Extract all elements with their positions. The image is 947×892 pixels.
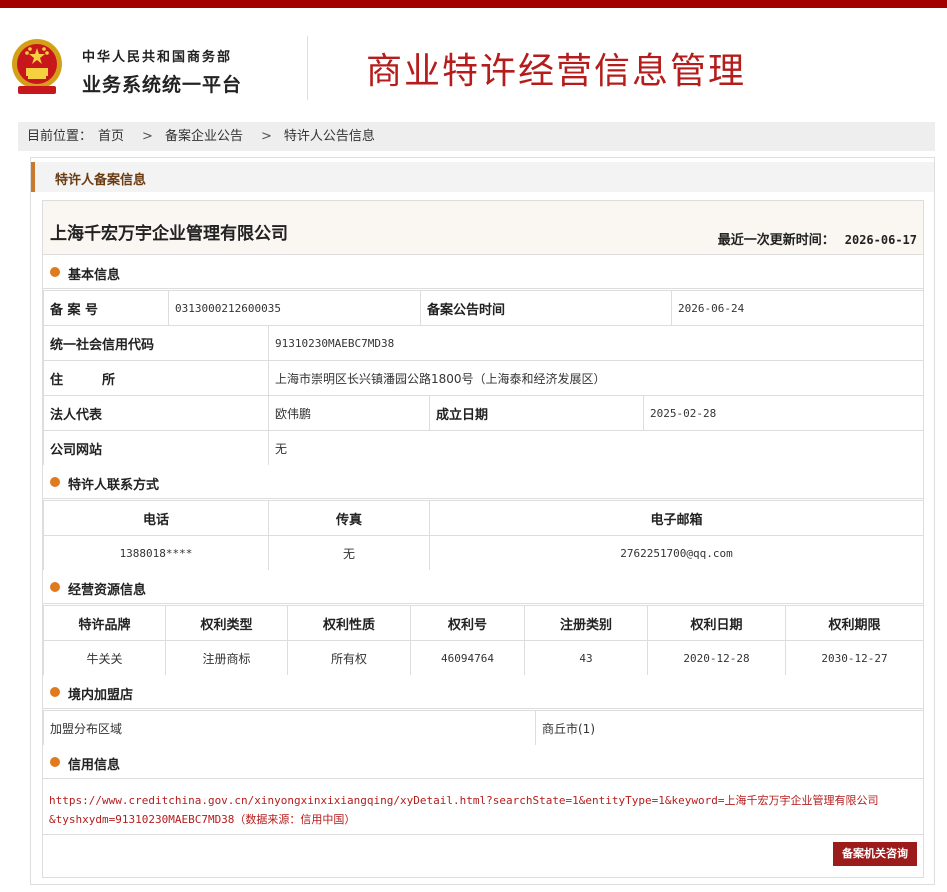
bullet-dot-icon (50, 267, 60, 277)
chevron-right-icon: > (142, 129, 153, 144)
bullet-dot-icon (50, 582, 60, 592)
org-name-bottom: 业务系统统一平台 (82, 74, 243, 96)
address-label: 住 所 (43, 360, 269, 396)
founded-label: 成立日期 (429, 395, 644, 431)
resources-header-brand: 特许品牌 (43, 605, 166, 641)
resources-header-right-date: 权利日期 (647, 605, 786, 641)
contact-table: 电话 传真 电子邮箱 1388018**** 无 2762251700@qq.c… (43, 500, 924, 571)
resources-header-right-no: 权利号 (410, 605, 525, 641)
resources-header-right-type: 权利类型 (165, 605, 288, 641)
breadcrumb-announcements[interactable]: 备案企业公告 (165, 129, 243, 144)
section-resources: 经营资源信息 (43, 570, 923, 604)
contact-email: 2762251700@qq.com (429, 535, 924, 571)
franchise-area-link[interactable]: 商丘市(1) (535, 710, 924, 746)
bullet-dot-icon (50, 757, 60, 767)
consult-authority-button[interactable]: 备案机关咨询 (833, 842, 917, 866)
basic-info-table-4: 公司网站 无 (43, 430, 924, 466)
filing-no-value: 0313000212600035 (168, 290, 421, 326)
resources-right-date: 2020-12-28 (647, 640, 786, 676)
company-bar: 上海千宏万宇企业管理有限公司 最近一次更新时间： 2026-06-17 (43, 201, 923, 255)
top-red-bar (0, 0, 947, 8)
section-title: 境内加盟店 (68, 688, 134, 703)
breadcrumb-current: 特许人公告信息 (283, 129, 375, 144)
legal-rep-value: 欧伟鹏 (268, 395, 430, 431)
website-label: 公司网站 (43, 430, 269, 466)
resources-right-nature: 所有权 (287, 640, 411, 676)
resources-class: 43 (524, 640, 648, 676)
company-card: 上海千宏万宇企业管理有限公司 最近一次更新时间： 2026-06-17 基本信息 … (42, 200, 924, 878)
org-name-top: 中华人民共和国商务部 (82, 50, 233, 65)
filing-no-label: 备 案 号 (43, 290, 169, 326)
credit-code-label: 统一社会信用代码 (43, 325, 269, 361)
resources-brand: 牛关关 (43, 640, 166, 676)
company-name: 上海千宏万宇企业管理有限公司 (50, 224, 288, 244)
announce-date-value: 2026-06-24 (671, 290, 924, 326)
section-contact: 特许人联系方式 (43, 465, 923, 499)
franchise-table: 加盟分布区域 商丘市(1) (43, 710, 924, 746)
address-value: 上海市崇明区长兴镇潘园公路1800号（上海泰和经济发展区） (268, 360, 924, 396)
section-title: 基本信息 (68, 268, 121, 283)
franchise-area-label: 加盟分布区域 (43, 710, 536, 746)
last-updated-value: 2026-06-17 (844, 233, 917, 247)
resources-header-term: 权利期限 (785, 605, 924, 641)
national-emblem-icon (12, 39, 62, 94)
section-credit: 信用信息 (43, 745, 923, 779)
resources-right-type: 注册商标 (165, 640, 288, 676)
credit-link-line-1: https://www.creditchina.gov.cn/xinyongxi… (49, 794, 879, 807)
contact-header-email: 电子邮箱 (429, 500, 924, 536)
resources-header-class: 注册类别 (524, 605, 648, 641)
contact-fax: 无 (268, 535, 430, 571)
last-updated-label: 最近一次更新时间： (717, 233, 835, 248)
breadcrumb-prefix: 目前位置： (27, 129, 93, 144)
legal-rep-label: 法人代表 (43, 395, 269, 431)
bullet-dot-icon (50, 477, 60, 487)
basic-info-table-2: 统一社会信用代码 91310230MAEBC7MD38 住 所 上海市崇明区长兴… (43, 325, 924, 396)
breadcrumb-home[interactable]: 首页 (98, 129, 124, 144)
resources-table: 特许品牌 权利类型 权利性质 权利号 注册类别 权利日期 权利期限 牛关关 注册… (43, 605, 924, 676)
founded-value: 2025-02-28 (643, 395, 924, 431)
header-divider (307, 36, 308, 100)
breadcrumb: 目前位置： 首页 > 备案企业公告 > 特许人公告信息 (18, 122, 935, 151)
system-title: 商业特许经营信息管理 (366, 51, 747, 92)
section-title: 经营资源信息 (68, 583, 147, 598)
credit-code-value: 91310230MAEBC7MD38 (268, 325, 924, 361)
section-franchise-stores: 境内加盟店 (43, 675, 923, 709)
resources-right-no: 46094764 (410, 640, 525, 676)
section-title: 特许人联系方式 (68, 478, 160, 493)
divider (43, 834, 923, 835)
contact-header-phone: 电话 (43, 500, 269, 536)
contact-phone: 1388018**** (43, 535, 269, 571)
chevron-right-icon: > (260, 129, 272, 144)
panel-header: 特许人备案信息 (31, 162, 934, 192)
basic-info-table-1: 备 案 号 0313000212600035 备案公告时间 2026-06-24 (43, 290, 924, 326)
section-basic-info: 基本信息 (43, 255, 923, 289)
last-updated: 最近一次更新时间： 2026-06-17 (718, 229, 917, 248)
filing-info-panel: 特许人备案信息 上海千宏万宇企业管理有限公司 最近一次更新时间： 2026-06-… (30, 157, 935, 885)
credit-link-line-2: &tyshxydm=91310230MAEBC7MD38（数据来源：信用中国） (49, 813, 356, 826)
contact-header-fax: 传真 (268, 500, 430, 536)
announce-date-label: 备案公告时间 (420, 290, 672, 326)
panel-title: 特许人备案信息 (55, 173, 147, 188)
basic-info-table-3: 法人代表 欧伟鹏 成立日期 2025-02-28 (43, 395, 924, 431)
website-value: 无 (268, 430, 924, 466)
resources-term: 2030-12-27 (785, 640, 924, 676)
credit-link[interactable]: https://www.creditchina.gov.cn/xinyongxi… (49, 791, 919, 829)
resources-header-right-nature: 权利性质 (287, 605, 411, 641)
site-header: 中华人民共和国商务部 业务系统统一平台 商业特许经营信息管理 (0, 8, 947, 120)
bullet-dot-icon (50, 687, 60, 697)
section-title: 信用信息 (68, 758, 121, 773)
